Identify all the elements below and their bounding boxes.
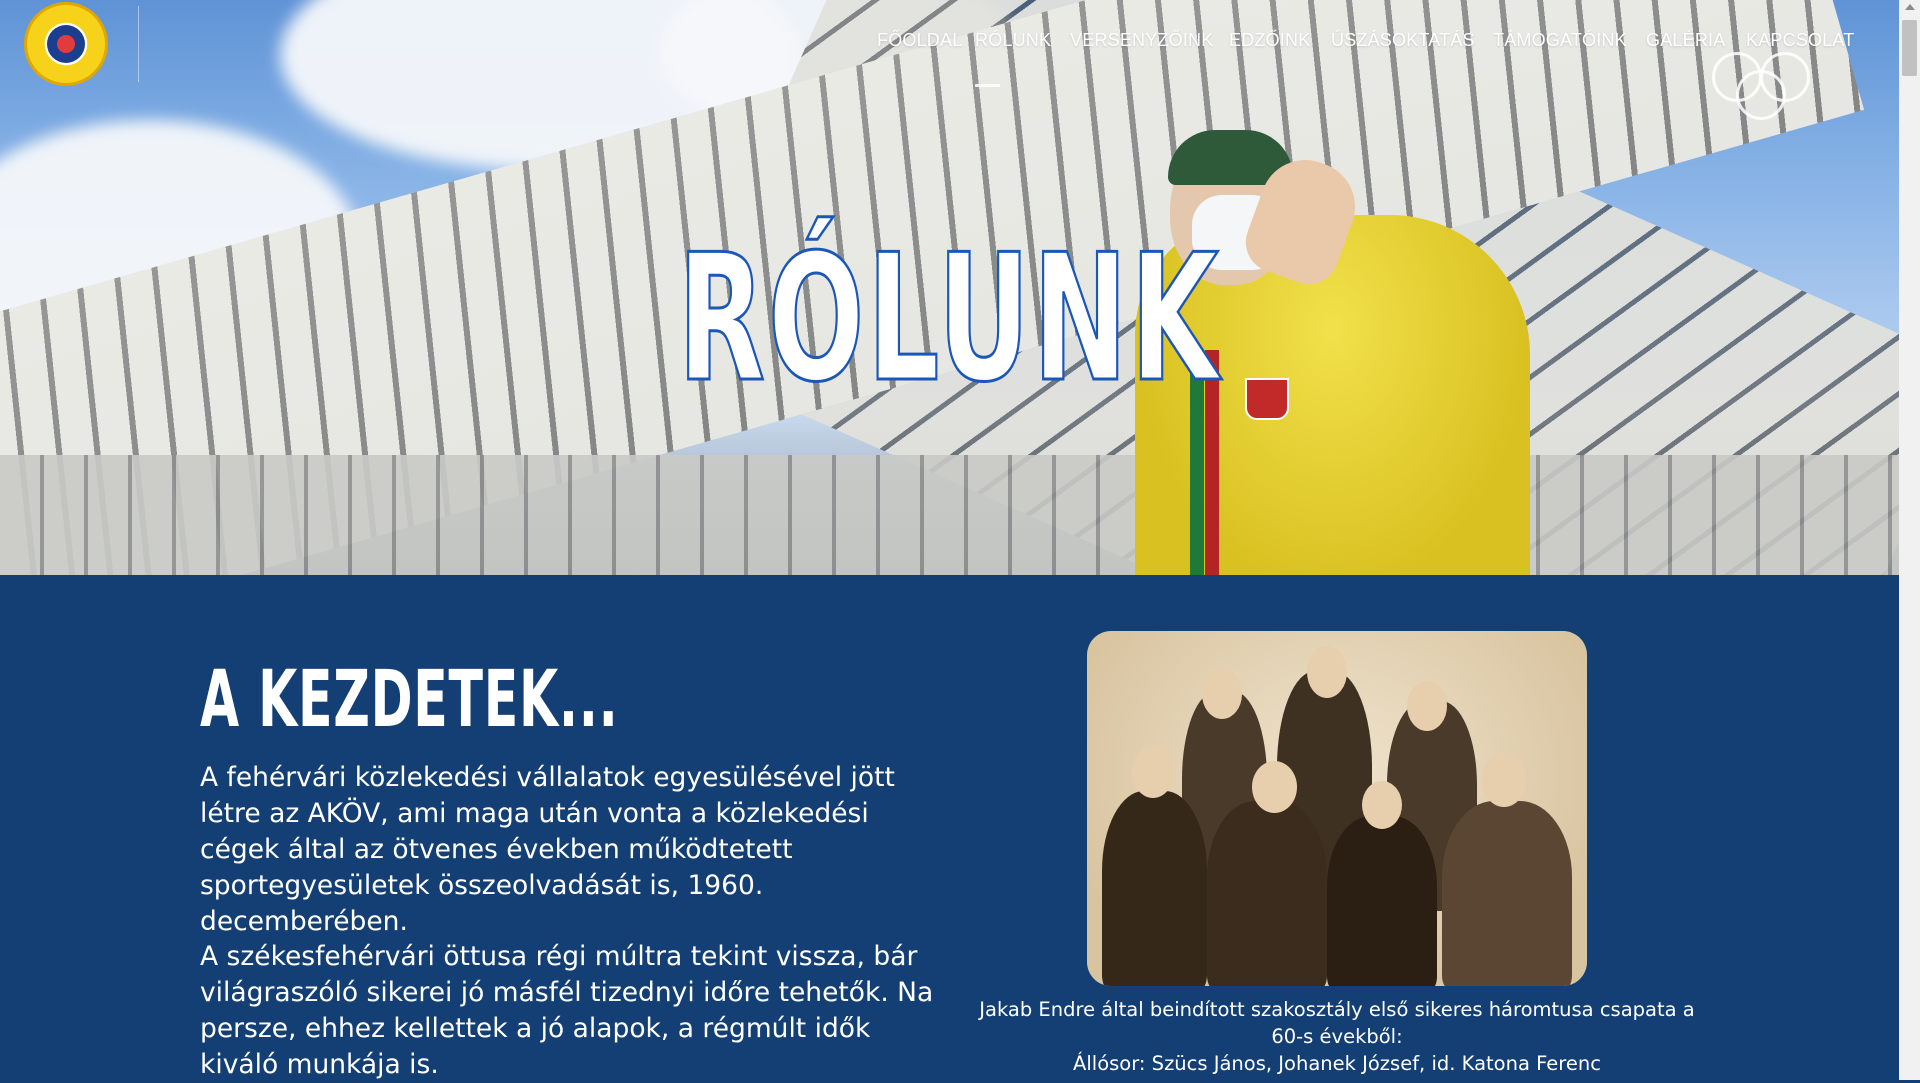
nav-item-versenyzoink[interactable]: VERSENYZŐINK: [1070, 30, 1213, 51]
nav-item-kapcsolat[interactable]: KAPCSOLAT: [1746, 30, 1855, 51]
page-scrollbar[interactable]: [1899, 0, 1920, 1080]
nav-item-edzoink[interactable]: EDZŐINK: [1229, 30, 1310, 51]
scrollbar-thumb[interactable]: [1902, 20, 1917, 76]
photo-person: [1442, 801, 1572, 986]
nav-item-fooldal[interactable]: FŐOLDAL: [877, 30, 962, 51]
nav-item-rolunk[interactable]: RÓLUNK: [975, 30, 1051, 51]
photo-caption-line: Jakab Endre által beindított szakosztály…: [979, 998, 1695, 1048]
nav-active-indicator: [975, 84, 1000, 87]
photo-caption: Jakab Endre által beindított szakosztály…: [972, 996, 1702, 1077]
team-photo: [1087, 631, 1587, 986]
photo-face: [1482, 753, 1526, 807]
section-heading: A KEZDETEK...: [200, 655, 619, 745]
club-logo[interactable]: [24, 2, 108, 86]
photo-face: [1307, 646, 1347, 698]
photo-face: [1362, 781, 1402, 829]
photo-caption-line: Állósor: Szücs János, Johanek József, id…: [1073, 1052, 1601, 1075]
history-paragraph: A székesfehérvári öttusa régi múltra tek…: [200, 941, 934, 1080]
header-divider: [138, 6, 139, 82]
photo-face: [1132, 746, 1174, 798]
nav-item-galeria[interactable]: GALÉRIA: [1646, 30, 1725, 51]
nav-item-tamogatoink[interactable]: TÁMOGATÓINK: [1493, 30, 1627, 51]
hero-title: RÓLUNK: [677, 218, 1222, 421]
photo-person: [1327, 816, 1437, 986]
photo-face: [1202, 669, 1242, 719]
stadium-lower-stands: [0, 455, 1899, 575]
photo-person: [1207, 801, 1327, 986]
photo-face: [1252, 761, 1297, 813]
logo-emblem-icon: [47, 25, 85, 63]
hero-banner: RÓLUNK: [0, 0, 1899, 575]
ring-icon: [1760, 52, 1810, 102]
scroll-up-icon[interactable]: [1905, 4, 1915, 10]
nav-item-uszasoktatas[interactable]: ÚSZÁSOKTATÁS: [1331, 30, 1475, 51]
intro-paragraph: A fehérvári közlekedési vállalatok egyes…: [200, 762, 895, 937]
photo-face: [1407, 681, 1447, 731]
photo-person: [1102, 791, 1207, 986]
